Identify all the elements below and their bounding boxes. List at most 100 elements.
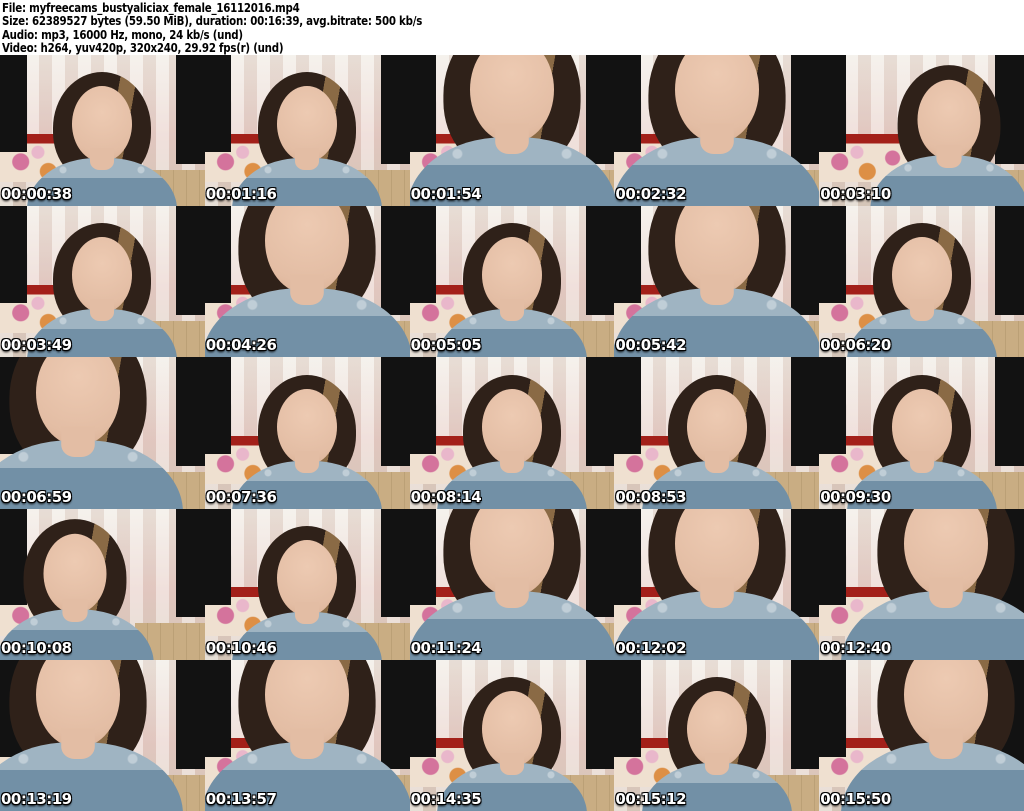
timestamp-label: 00:04:26: [205, 336, 277, 355]
neck: [290, 728, 324, 759]
thumbnail-image: [204, 357, 410, 509]
timestamp-label: 00:07:36: [205, 487, 277, 506]
timestamp-label: 00:06:20: [820, 336, 891, 355]
person-figure: [204, 206, 410, 358]
video-thumbnail: 00:00:38: [0, 55, 205, 207]
timestamp-label: 00:09:30: [820, 487, 891, 506]
video-thumbnail: 00:12:40: [819, 508, 1024, 660]
dark-panel-left: [204, 357, 232, 455]
person-figure: [840, 508, 1024, 660]
dark-panel-left: [819, 357, 846, 455]
dark-panel-left: [409, 659, 437, 757]
thumbnail-image: [614, 659, 820, 811]
dark-panel-left: [204, 508, 232, 606]
dark-panel-left: [204, 55, 232, 152]
neck: [499, 299, 524, 322]
neck: [909, 450, 934, 473]
thumbnail-image: [614, 206, 820, 358]
timestamp-label: 00:01:54: [410, 185, 482, 204]
thumbnail-image: [0, 206, 205, 358]
dark-panel-left: [614, 357, 641, 455]
timestamp-label: 00:08:14: [410, 487, 482, 506]
timestamp-label: 00:03:49: [1, 336, 72, 355]
video-thumbnail: 00:05:05: [409, 206, 615, 358]
dark-panel-right: [176, 508, 205, 618]
video-line: Video: h264, yuv420p, 320x240, 29.92 fps…: [2, 40, 284, 56]
dark-panel-right: [995, 206, 1024, 316]
video-thumbnail: 00:08:14: [409, 357, 615, 509]
neck: [699, 123, 734, 155]
video-thumbnail: 00:03:10: [819, 55, 1024, 207]
timestamp-label: 00:06:59: [1, 487, 72, 506]
thumbnail-image: [0, 55, 205, 207]
timestamp-label: 00:00:38: [1, 185, 72, 204]
neck: [90, 148, 115, 171]
audio-line: Audio: mp3, 16000 Hz, mono, 24 kb/s (und…: [2, 26, 243, 42]
video-thumbnail: 00:13:57: [204, 659, 410, 811]
thumbnail-grid: 00:00:38 00:01:16 00:01:54 00:02:32 00:0…: [0, 55, 1024, 811]
timestamp-label: 00:01:16: [205, 185, 277, 204]
dark-panel-left: [819, 55, 846, 152]
person-figure: [869, 65, 1024, 207]
video-thumbnail: 00:06:59: [0, 357, 205, 509]
neck: [61, 728, 96, 759]
dark-panel-right: [790, 659, 820, 769]
person-figure: [0, 357, 184, 509]
timestamp-label: 00:13:19: [1, 789, 72, 808]
video-thumbnail: 00:12:02: [614, 508, 820, 660]
media-info-header: File: myfreecams_bustyaliciax_female_161…: [0, 0, 1024, 55]
timestamp-label: 00:11:24: [410, 638, 482, 657]
person-figure: [614, 508, 820, 660]
dark-panel-right: [585, 206, 615, 316]
video-thumbnail: 00:15:50: [819, 659, 1024, 811]
person-figure: [409, 508, 615, 660]
dark-panel-left: [819, 206, 846, 303]
video-thumbnail: 00:15:12: [614, 659, 820, 811]
timestamp-label: 00:10:46: [205, 638, 277, 657]
thumbnail-image: [204, 508, 410, 660]
video-thumbnail: 00:04:26: [204, 206, 410, 358]
timestamp-label: 00:12:40: [820, 638, 891, 657]
dark-panel-right: [380, 357, 410, 467]
thumbnail-image: [0, 508, 205, 660]
neck: [295, 601, 320, 624]
video-thumbnail: 00:07:36: [204, 357, 410, 509]
timestamp-label: 00:15:50: [820, 789, 891, 808]
dark-panel-right: [176, 55, 205, 164]
person-figure: [0, 659, 184, 811]
video-thumbnail: 00:08:53: [614, 357, 820, 509]
thumbnail-image: [614, 55, 820, 207]
neck: [704, 450, 729, 473]
thumbnail-image: [204, 55, 410, 207]
video-thumbnail: 00:01:54: [409, 55, 615, 207]
timestamp-label: 00:14:35: [410, 789, 482, 808]
thumbnail-image: [204, 659, 410, 811]
person-figure: [614, 55, 820, 207]
video-thumbnail: 00:06:20: [819, 206, 1024, 358]
timestamp-label: 00:13:57: [205, 789, 277, 808]
thumbnail-image: [819, 206, 1024, 358]
timestamp-label: 00:08:53: [615, 487, 687, 506]
person-figure: [409, 55, 615, 207]
dark-panel-left: [0, 55, 27, 152]
timestamp-label: 00:02:32: [615, 185, 687, 204]
neck: [495, 123, 529, 155]
thumbnail-image: [614, 508, 820, 660]
timestamp-label: 00:10:08: [1, 638, 72, 657]
neck: [90, 299, 115, 322]
thumbnail-image: [409, 659, 615, 811]
timestamp-label: 00:05:42: [615, 336, 687, 355]
size-line: Size: 62389527 bytes (59.50 MiB), durati…: [2, 13, 423, 29]
video-thumbnail: 00:10:08: [0, 508, 205, 660]
video-thumbnail: 00:01:16: [204, 55, 410, 207]
person-figure: [204, 659, 410, 811]
file-line: File: myfreecams_bustyaliciax_female_161…: [2, 0, 300, 15]
thumbnail-image: [409, 508, 615, 660]
neck: [699, 274, 734, 306]
video-thumbnail: 00:09:30: [819, 357, 1024, 509]
thumbnail-image: [409, 55, 615, 207]
dark-panel-right: [176, 206, 205, 316]
neck: [295, 148, 320, 171]
thumbnail-image: [819, 55, 1024, 207]
timestamp-label: 00:03:10: [820, 185, 891, 204]
